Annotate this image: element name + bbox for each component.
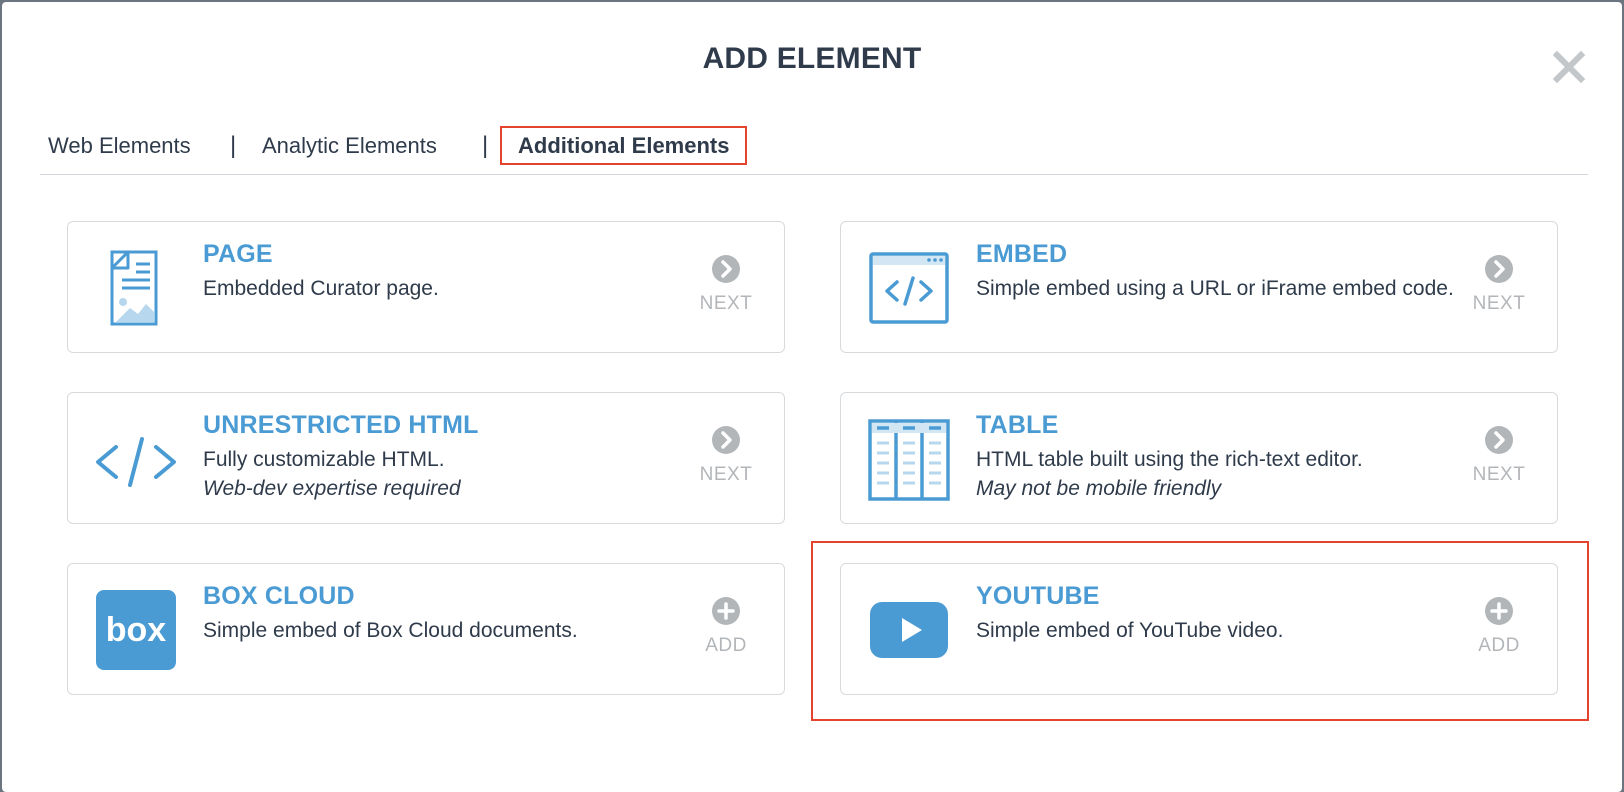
youtube-highlight-box	[811, 541, 1589, 721]
add-button[interactable]: ADD	[688, 596, 764, 657]
element-card-embed[interactable]: EMBED Simple embed using a URL or iFrame…	[840, 221, 1558, 353]
element-description: Fully customizable HTML.	[203, 448, 445, 471]
element-card-page[interactable]: PAGE Embedded Curator page. NEXT	[67, 221, 785, 353]
table-icon	[867, 417, 951, 501]
element-description: Simple embed of Box Cloud documents.	[203, 619, 578, 642]
element-card-box-cloud[interactable]: box BOX CLOUD Simple embed of Box Cloud …	[67, 563, 785, 695]
plus-circle-icon	[712, 597, 740, 625]
element-name: BOX CLOUD	[203, 582, 355, 610]
chevron-right-circle-icon	[1485, 426, 1513, 454]
next-button[interactable]: NEXT	[688, 425, 764, 486]
element-note: May not be mobile friendly	[976, 477, 1222, 500]
box-logo-icon: box	[94, 588, 178, 672]
tab-analytic-elements[interactable]: Analytic Elements	[262, 126, 437, 166]
next-button[interactable]: NEXT	[688, 254, 764, 315]
element-description: Embedded Curator page.	[203, 277, 439, 300]
code-icon	[94, 417, 178, 501]
element-name: PAGE	[203, 240, 273, 268]
element-name: TABLE	[976, 411, 1059, 439]
action-label: NEXT	[1472, 293, 1526, 314]
action-label: NEXT	[699, 293, 753, 314]
next-button[interactable]: NEXT	[1461, 425, 1537, 486]
action-label: NEXT	[1472, 464, 1526, 485]
tab-separator: |	[230, 132, 237, 159]
tab-additional-elements[interactable]: Additional Elements	[500, 126, 748, 165]
chevron-right-circle-icon	[1485, 255, 1513, 283]
chevron-right-circle-icon	[712, 426, 740, 454]
code-window-icon	[867, 246, 951, 330]
element-name: UNRESTRICTED HTML	[203, 411, 479, 439]
add-element-dialog: ADD ELEMENT Web Elements | Analytic Elem…	[2, 2, 1622, 792]
next-button[interactable]: NEXT	[1461, 254, 1537, 315]
box-logo-text: box	[106, 611, 167, 649]
close-icon[interactable]	[1548, 46, 1590, 88]
tab-separator: |	[482, 132, 489, 159]
element-card-unrestricted-html[interactable]: UNRESTRICTED HTML Fully customizable HTM…	[67, 392, 785, 524]
element-name: EMBED	[976, 240, 1068, 268]
action-label: ADD	[705, 635, 747, 656]
element-card-table[interactable]: TABLE HTML table built using the rich-te…	[840, 392, 1558, 524]
action-label: NEXT	[699, 464, 753, 485]
dialog-title: ADD ELEMENT	[702, 42, 922, 75]
tab-web-elements[interactable]: Web Elements	[48, 126, 191, 166]
element-description: Simple embed using a URL or iFrame embed…	[976, 277, 1454, 300]
element-description: HTML table built using the rich-text edi…	[976, 448, 1363, 471]
element-note: Web-dev expertise required	[203, 477, 461, 500]
page-icon	[94, 246, 178, 330]
chevron-right-circle-icon	[712, 255, 740, 283]
element-tabs: Web Elements | Analytic Elements | Addit…	[40, 126, 1588, 175]
